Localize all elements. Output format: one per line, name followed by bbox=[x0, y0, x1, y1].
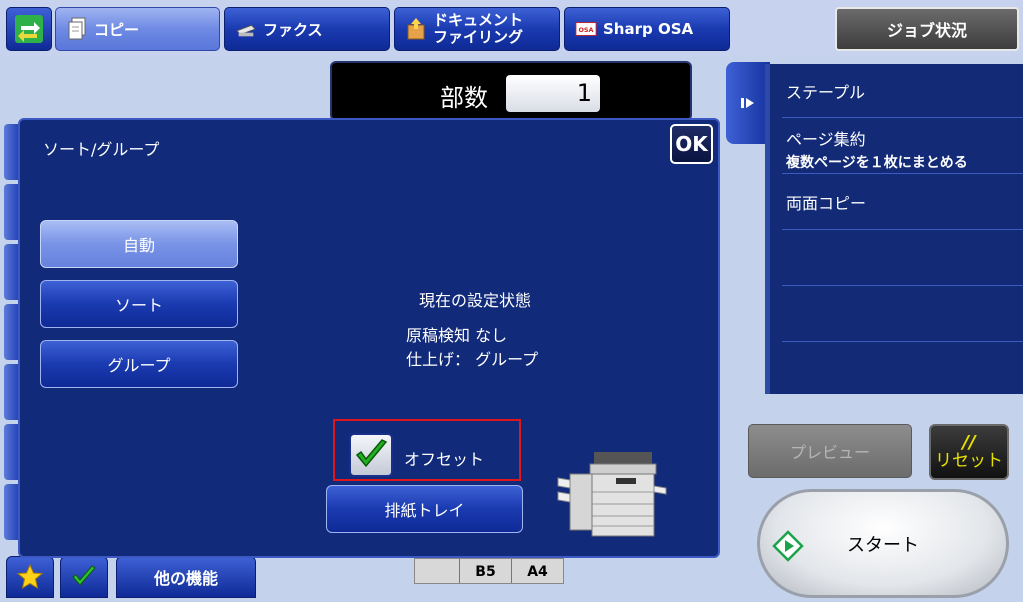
paper-tray-indicator: B5 A4 bbox=[414, 558, 564, 584]
check-settings-button[interactable] bbox=[60, 556, 108, 598]
reset-button[interactable]: // リセット bbox=[929, 424, 1009, 480]
status-original-detect: 原稿検知 なし bbox=[406, 326, 508, 345]
tab-sharp-osa-label: Sharp OSA bbox=[603, 20, 694, 38]
copy-icon bbox=[66, 17, 88, 41]
tab-copy[interactable]: コピー bbox=[55, 7, 220, 51]
option-auto-button[interactable]: 自動 bbox=[40, 220, 238, 268]
reset-label: リセット bbox=[935, 451, 1003, 471]
check-icon bbox=[355, 439, 388, 468]
mode-switch-icon bbox=[15, 15, 43, 43]
dialog-title: ソート/グループ bbox=[43, 140, 160, 159]
list-item-label: ページ集約 bbox=[786, 130, 866, 149]
start-label: スタート bbox=[847, 534, 919, 556]
check-icon bbox=[72, 565, 96, 586]
list-item-empty bbox=[782, 230, 1023, 286]
tab-sharp-osa[interactable]: OSA Sharp OSA bbox=[564, 7, 730, 51]
copies-display: 部数 1 bbox=[330, 61, 692, 121]
tab-document-filing[interactable]: ドキュメント ファイリング bbox=[394, 7, 560, 51]
tab-document-filing-label-line1: ドキュメント bbox=[433, 11, 524, 29]
ok-button[interactable]: OK bbox=[670, 124, 713, 164]
list-item-empty bbox=[782, 342, 1023, 394]
list-item-sublabel: 複数ページを１枚にまとめる bbox=[786, 155, 968, 171]
option-group-button[interactable]: グループ bbox=[40, 340, 238, 388]
list-item-n-up[interactable]: ページ集約 複数ページを１枚にまとめる bbox=[782, 118, 1023, 174]
paper-size-b5: B5 bbox=[459, 559, 511, 583]
other-functions-button[interactable]: 他の機能 bbox=[116, 556, 256, 598]
start-icon bbox=[772, 530, 804, 562]
svg-text:OSA: OSA bbox=[578, 26, 593, 34]
status-heading: 現在の設定状態 bbox=[419, 291, 532, 310]
list-item-duplex[interactable]: 両面コピー bbox=[782, 174, 1023, 230]
expand-arrow-icon bbox=[741, 98, 754, 108]
list-item-staple[interactable]: ステープル bbox=[782, 64, 1023, 118]
osa-icon: OSA bbox=[575, 17, 597, 41]
fax-icon bbox=[235, 17, 257, 41]
offset-checkbox[interactable] bbox=[349, 433, 393, 477]
tab-fax[interactable]: ファクス bbox=[224, 7, 390, 51]
document-filing-icon bbox=[405, 17, 427, 41]
copier-illustration bbox=[557, 452, 667, 537]
preview-button[interactable]: プレビュー bbox=[748, 424, 912, 478]
list-item-empty bbox=[782, 286, 1023, 342]
copies-input[interactable]: 1 bbox=[506, 75, 600, 112]
favorites-button[interactable] bbox=[6, 556, 54, 598]
star-icon bbox=[16, 563, 44, 590]
status-finishing: 仕上げ： グループ bbox=[406, 350, 539, 369]
job-status-button[interactable]: ジョブ状況 bbox=[835, 7, 1019, 51]
tab-fax-label: ファクス bbox=[263, 20, 323, 39]
list-item-label: 両面コピー bbox=[786, 193, 867, 213]
start-button[interactable]: スタート bbox=[757, 489, 1009, 598]
home-button[interactable] bbox=[6, 7, 52, 51]
output-tray-button[interactable]: 排紙トレイ bbox=[326, 485, 523, 533]
offset-label: オフセット bbox=[404, 450, 485, 469]
reset-icon: // bbox=[962, 432, 976, 453]
copies-label: 部数 bbox=[440, 84, 488, 112]
tab-document-filing-label-line2: ファイリング bbox=[433, 28, 524, 46]
function-list: ステープル ページ集約 複数ページを１枚にまとめる 両面コピー bbox=[765, 64, 1023, 394]
panel-toggle-button[interactable] bbox=[726, 62, 770, 144]
list-item-label: ステープル bbox=[786, 82, 866, 102]
tab-copy-label: コピー bbox=[94, 20, 140, 39]
option-sort-button[interactable]: ソート bbox=[40, 280, 238, 328]
paper-size-a4: A4 bbox=[511, 559, 563, 583]
